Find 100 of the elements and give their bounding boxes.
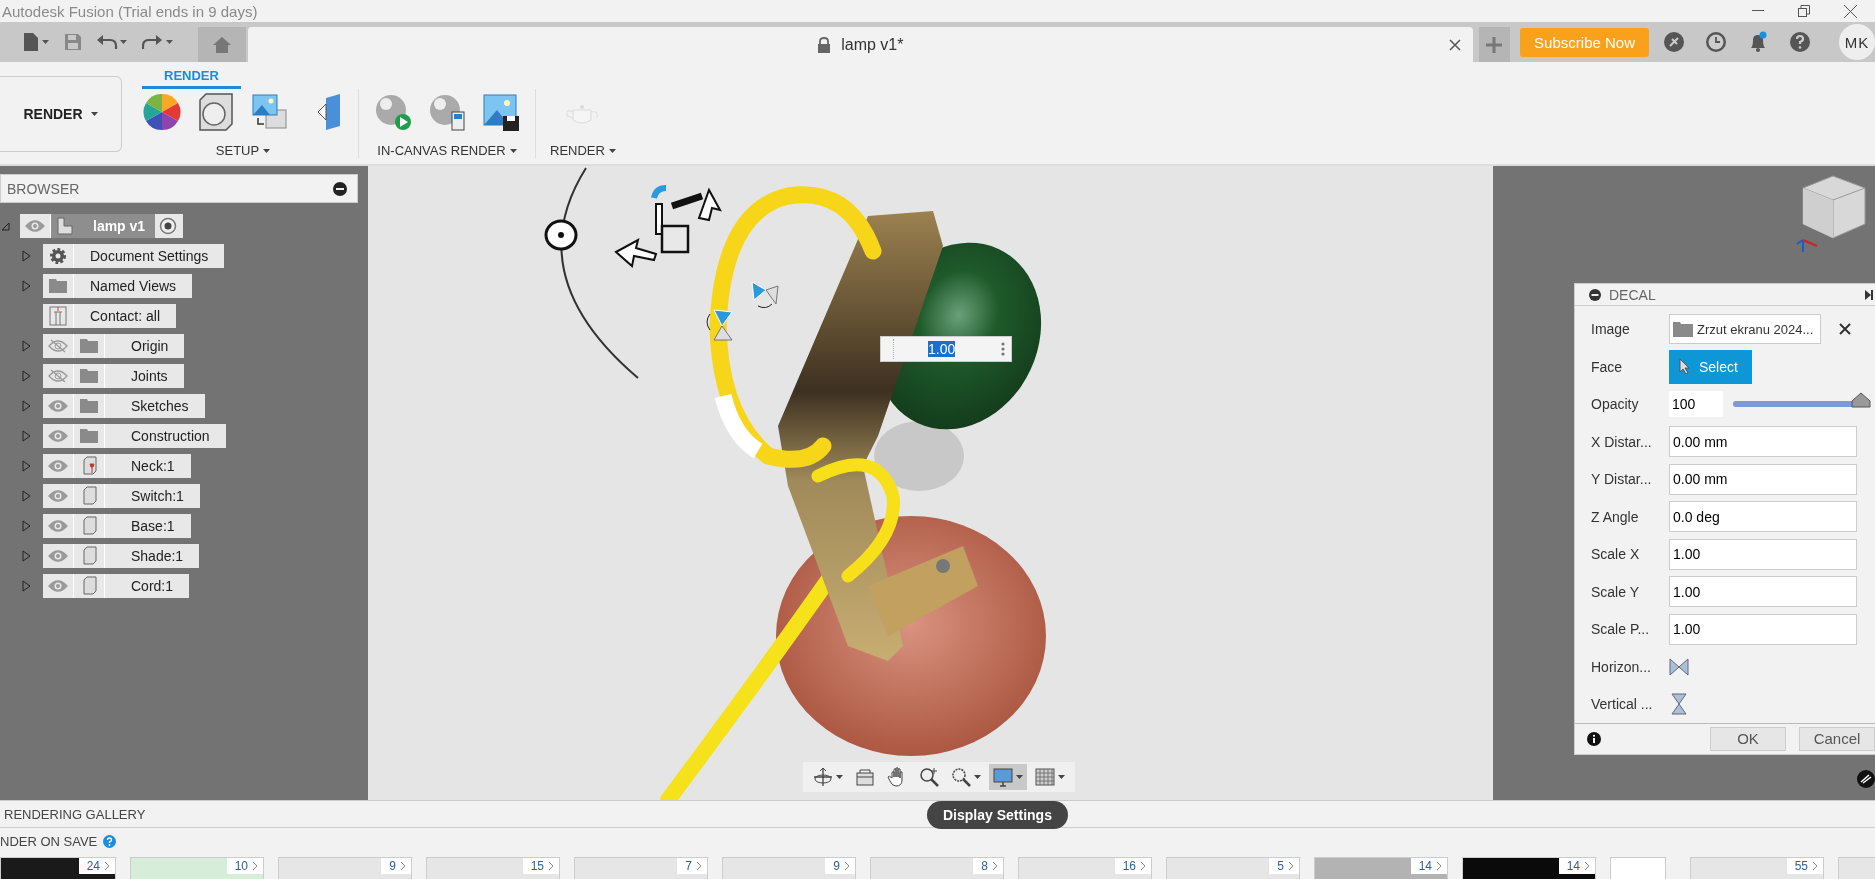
tree-item[interactable]: Shade:1 — [43, 544, 200, 568]
expanded-triangle-icon[interactable] — [1, 221, 10, 231]
eye-icon[interactable] — [48, 429, 68, 443]
chevron-icon[interactable] — [252, 861, 258, 871]
file-icon[interactable] — [22, 32, 50, 52]
tree-item[interactable]: Document Settings — [43, 244, 225, 268]
collapse-icon[interactable] — [333, 181, 347, 196]
tree-item[interactable]: Switch:1 — [43, 484, 200, 508]
chevron-icon[interactable] — [844, 861, 850, 871]
expand-panel-icon[interactable] — [1865, 289, 1873, 300]
render-thumbnail[interactable] — [1610, 857, 1666, 879]
home-button[interactable] — [197, 27, 246, 62]
input-field[interactable]: 0.00 mm — [1669, 426, 1857, 458]
flip-handle-icon[interactable] — [750, 280, 780, 310]
close-icon[interactable] — [1844, 4, 1857, 18]
redo-icon[interactable] — [142, 32, 174, 52]
clear-icon[interactable] — [1839, 323, 1851, 336]
flip-handle-icon[interactable] — [704, 308, 734, 342]
input-field[interactable]: 1.00 — [1669, 538, 1857, 570]
tree-item[interactable]: Origin — [43, 334, 185, 358]
render-thumbnail[interactable]: 9 — [278, 857, 412, 879]
expand-triangle-icon[interactable] — [22, 520, 31, 532]
expand-triangle-icon[interactable] — [22, 370, 31, 382]
input-field[interactable]: 1.00 — [1669, 613, 1857, 645]
tree-item[interactable]: Construction — [43, 424, 226, 448]
render-thumbnail[interactable]: 7 — [574, 857, 708, 879]
image-file-field[interactable]: Zrzut ekranu 2024... — [1669, 314, 1821, 345]
input-field[interactable]: 0.00 mm — [1669, 463, 1857, 495]
chevron-icon[interactable] — [1584, 861, 1590, 871]
input-field[interactable]: 1.00 — [1669, 576, 1857, 608]
tree-item[interactable]: Contact: all — [43, 304, 177, 328]
render-thumbnail[interactable]: 55 — [1690, 857, 1824, 879]
active-radio-icon[interactable] — [159, 217, 178, 235]
eye-icon[interactable] — [48, 549, 68, 563]
input-field[interactable]: 0.0 deg — [1669, 501, 1857, 533]
expand-triangle-icon[interactable] — [22, 250, 31, 262]
chevron-icon[interactable] — [400, 861, 406, 871]
image-save-icon[interactable] — [481, 92, 521, 132]
tree-item[interactable]: Joints — [43, 364, 184, 388]
rotation-handle-icon[interactable] — [544, 218, 578, 252]
render-thumbnail[interactable]: 14 — [1462, 857, 1596, 879]
expand-triangle-icon[interactable] — [22, 430, 31, 442]
tree-item[interactable]: Named Views — [43, 274, 193, 298]
help-icon[interactable] — [103, 834, 117, 848]
expand-triangle-icon[interactable] — [22, 490, 31, 502]
plug-icon[interactable] — [1663, 31, 1685, 53]
minimize-icon[interactable] — [1752, 10, 1764, 12]
image-box-icon[interactable] — [250, 92, 290, 132]
chevron-icon[interactable] — [696, 861, 702, 871]
tree-item[interactable]: Neck:1 — [43, 454, 191, 478]
sphere-play-icon[interactable] — [373, 92, 413, 132]
eye-crossed-icon[interactable] — [48, 339, 68, 353]
dialog-button[interactable]: OK — [1710, 726, 1786, 751]
chevron-icon[interactable] — [104, 861, 110, 871]
chevron-icon[interactable] — [1812, 861, 1818, 871]
restore-icon[interactable] — [1798, 5, 1810, 17]
expand-triangle-icon[interactable] — [22, 460, 31, 472]
save-icon[interactable] — [64, 33, 82, 51]
circle-badge-icon[interactable] — [1857, 770, 1875, 788]
eye-crossed-icon[interactable] — [48, 369, 68, 383]
chevron-icon[interactable] — [1436, 861, 1442, 871]
view-cube-icon[interactable] — [1797, 174, 1869, 254]
chevron-icon[interactable] — [1288, 861, 1294, 871]
workspace-dropdown[interactable]: RENDER — [0, 76, 122, 152]
clock-icon[interactable] — [1705, 31, 1727, 53]
render-thumbnail[interactable]: 16 — [1018, 857, 1152, 879]
eye-icon[interactable] — [48, 489, 68, 503]
sphere-box-icon[interactable] — [196, 92, 236, 132]
more-options-icon[interactable] — [1001, 342, 1005, 356]
help-icon[interactable] — [1789, 31, 1811, 53]
opacity-field[interactable]: 100 — [1669, 391, 1723, 418]
close-tab-icon[interactable] — [1448, 38, 1461, 51]
color-wheel-icon[interactable] — [142, 92, 182, 132]
chevron-icon[interactable] — [992, 861, 998, 871]
eye-icon[interactable] — [25, 219, 45, 233]
flip-horizontal-icon[interactable] — [1669, 655, 1689, 678]
info-icon[interactable] — [1587, 731, 1601, 746]
tree-item[interactable]: Cord:1 — [43, 574, 190, 598]
render-thumbnail[interactable]: 24 — [0, 857, 116, 879]
value-input[interactable]: 1.00 — [880, 336, 1012, 362]
undo-icon[interactable] — [96, 32, 128, 52]
eye-icon[interactable] — [48, 399, 68, 413]
expand-triangle-icon[interactable] — [22, 280, 31, 292]
eye-icon[interactable] — [48, 459, 68, 473]
render-thumbnail[interactable]: 8 — [870, 857, 1004, 879]
chevron-icon[interactable] — [1140, 861, 1146, 871]
eye-icon[interactable] — [48, 579, 68, 593]
tool-group-dropdown[interactable]: RENDER — [550, 143, 616, 158]
render-thumbnail[interactable]: 9 — [722, 857, 856, 879]
tool-group-dropdown[interactable]: IN-CANVAS RENDER — [377, 143, 517, 158]
tool-group-dropdown[interactable]: SETUP — [215, 143, 271, 158]
render-thumbnail[interactable]: 15 — [426, 857, 560, 879]
flip-vertical-icon[interactable] — [1669, 693, 1689, 716]
render-thumbnail[interactable]: 14 — [1314, 857, 1448, 879]
expand-triangle-icon[interactable] — [22, 340, 31, 352]
user-avatar[interactable]: MK — [1839, 24, 1875, 60]
dialog-button[interactable]: Cancel — [1799, 726, 1875, 751]
sphere-settings-icon[interactable] — [427, 92, 467, 132]
render-thumbnail[interactable]: 10 — [130, 857, 264, 879]
new-tab-button[interactable] — [1478, 27, 1511, 62]
